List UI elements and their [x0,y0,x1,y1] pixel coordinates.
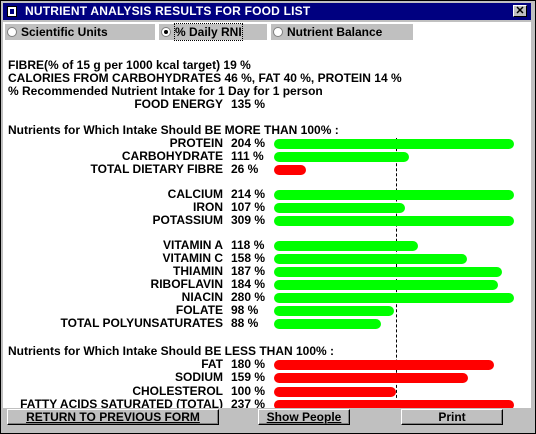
nutrient-analysis-window: NUTRIENT ANALYSIS RESULTS FOR FOOD LIST … [0,0,536,434]
return-button[interactable]: RETURN TO PREVIOUS FORM [7,409,219,425]
app-icon [7,6,17,17]
nutrient-bar [274,152,409,162]
nutrient-bar [274,399,514,408]
radio-nutrient-balance[interactable]: Nutrient Balance [271,24,413,40]
nutrient-bar [274,360,494,370]
close-button[interactable]: ✕ [513,5,527,17]
show-people-button-label: Show People [266,410,342,424]
nutrient-name: CHOLESTEROL [132,383,223,398]
return-button-label: RETURN TO PREVIOUS FORM [26,410,200,424]
view-mode-radio-group: Scientific Units % Daily RNI Nutrient Ba… [3,22,531,58]
nutrient-name: SODIUM [175,370,223,385]
nutrient-bar [274,254,467,264]
radio-circle-icon [7,27,17,37]
radio-label: Nutrient Balance [287,25,383,39]
less-than-heading: Nutrients for Which Intake Should BE LES… [8,344,335,358]
radio-label: Scientific Units [21,25,108,39]
radio-circle-icon [161,27,171,37]
title-bar: NUTRIENT ANALYSIS RESULTS FOR FOOD LIST … [3,3,531,20]
radio-scientific-units[interactable]: Scientific Units [5,24,155,40]
radio-daily-rni[interactable]: % Daily RNI [159,23,267,41]
nutrient-name: CALCIUM [167,187,223,201]
nutrient-bar [274,267,502,277]
print-button-label: Print [438,410,466,424]
nutrient-name: POTASSIUM [152,213,223,227]
nutrient-bar [274,139,514,149]
nutrient-bar [274,319,381,329]
nutrient-bar [274,216,514,226]
radio-circle-icon [273,27,283,37]
window-title: NUTRIENT ANALYSIS RESULTS FOR FOOD LIST [25,4,311,18]
nutrient-name: TOTAL DIETARY FIBRE [90,162,223,176]
show-people-button[interactable]: Show People [258,409,350,425]
nutrient-percent: 180 % [231,357,266,371]
nutrient-bar [274,280,498,290]
nutrient-bar [274,293,514,303]
nutrient-percent: 88 % [231,316,259,330]
food-energy-label: FOOD ENERGY [134,97,223,111]
nutrient-bar [274,190,514,200]
food-energy-value: 135 % [231,97,266,111]
nutrient-percent: 159 % [231,370,266,385]
nutrient-percent: 100 % [231,383,266,398]
nutrient-bar [274,203,405,213]
nutrient-bar [274,373,468,384]
nutrient-percent: 26 % [231,162,259,176]
print-button[interactable]: Print [401,409,503,425]
nutrient-name: FAT [201,357,223,371]
nutrient-percent: 309 % [231,213,266,227]
nutrient-bar [274,165,306,175]
nutrient-bar [274,306,394,316]
nutrient-bar [274,386,396,397]
nutrient-percent: 237 % [231,396,266,408]
nutrient-name: TOTAL POLYUNSATURATES [60,316,223,330]
nutrient-name: FATTY ACIDS SATURATED (TOTAL) [20,396,223,408]
results-panel: FIBRE(% of 15 g per 1000 kcal target) 19… [3,58,531,408]
nutrient-bar [274,241,418,251]
radio-label: % Daily RNI [174,23,243,41]
